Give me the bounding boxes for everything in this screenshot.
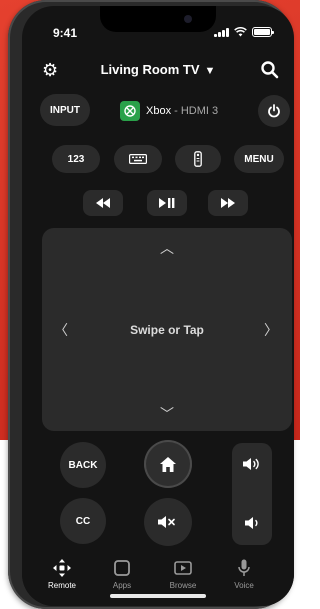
play-pause-icon bbox=[159, 198, 175, 208]
menu-label: MENU bbox=[244, 153, 274, 165]
mic-icon bbox=[238, 559, 250, 576]
play-icon bbox=[174, 561, 192, 575]
cc-label: CC bbox=[75, 515, 91, 527]
tab-bar: Remote Apps Browse Voice bbox=[22, 554, 294, 606]
numbers-button[interactable]: 123 bbox=[52, 145, 100, 173]
status-time: 9:41 bbox=[53, 26, 78, 40]
remote-finder-button[interactable] bbox=[175, 145, 221, 173]
fast-forward-icon bbox=[221, 198, 235, 208]
play-pause-button[interactable] bbox=[147, 190, 187, 216]
tab-browse-label: Browse bbox=[169, 581, 197, 590]
back-label: BACK bbox=[68, 459, 98, 471]
rewind-button[interactable] bbox=[83, 190, 123, 216]
menu-button[interactable]: MENU bbox=[234, 145, 284, 173]
battery-icon bbox=[252, 27, 274, 37]
tab-remote-label: Remote bbox=[47, 581, 76, 590]
mute-button[interactable] bbox=[144, 498, 192, 546]
remote-icon bbox=[194, 151, 202, 167]
chevron-down-icon[interactable]: ﹀ bbox=[160, 404, 174, 424]
notch bbox=[100, 6, 216, 32]
volume-down-icon[interactable] bbox=[245, 516, 259, 530]
tab-voice-label: Voice bbox=[234, 581, 254, 590]
source-separator: - bbox=[171, 105, 181, 117]
device-selector[interactable]: Living Room TV ▼ bbox=[22, 62, 294, 77]
camera bbox=[184, 15, 192, 23]
dpad-icon bbox=[53, 559, 71, 577]
volume-control bbox=[232, 443, 272, 545]
fast-forward-button[interactable] bbox=[208, 190, 248, 216]
phone-screen: 9:41 ⚙ Living Room TV ▼ INPUT Xbox - HDM… bbox=[22, 6, 294, 606]
trackpad-label: Swipe or Tap bbox=[130, 323, 204, 337]
header: ⚙ Living Room TV ▼ bbox=[22, 58, 294, 82]
apps-icon bbox=[114, 560, 130, 576]
tab-remote[interactable]: Remote bbox=[34, 558, 90, 590]
cellular-signal-icon bbox=[214, 27, 229, 37]
source-input: HDMI 3 bbox=[180, 105, 219, 117]
numbers-label: 123 bbox=[67, 153, 85, 165]
home-button[interactable] bbox=[144, 440, 192, 488]
rewind-icon bbox=[96, 198, 110, 208]
chevron-up-icon[interactable]: ︿ bbox=[160, 238, 174, 258]
closed-captions-button[interactable]: CC bbox=[60, 498, 106, 544]
keyboard-icon bbox=[129, 154, 147, 164]
current-source: Xbox - HDMI 3 bbox=[146, 105, 218, 117]
tab-browse[interactable]: Browse bbox=[155, 558, 211, 590]
status-icons bbox=[214, 27, 274, 37]
input-button[interactable]: INPUT bbox=[40, 94, 90, 126]
xbox-icon bbox=[120, 101, 140, 121]
input-label: INPUT bbox=[50, 104, 80, 116]
power-icon bbox=[268, 104, 280, 118]
volume-up-icon[interactable] bbox=[243, 457, 261, 471]
trackpad[interactable]: ︿ 〈 〉 ﹀ Swipe or Tap bbox=[42, 228, 292, 431]
device-name: Living Room TV bbox=[100, 62, 200, 77]
back-button[interactable]: BACK bbox=[60, 442, 106, 488]
search-icon[interactable] bbox=[260, 60, 280, 80]
wifi-icon bbox=[234, 27, 247, 37]
tab-apps[interactable]: Apps bbox=[94, 558, 150, 590]
keyboard-button[interactable] bbox=[114, 145, 162, 173]
tab-apps-label: Apps bbox=[112, 581, 132, 590]
chevron-down-icon: ▼ bbox=[204, 65, 216, 77]
home-icon bbox=[160, 456, 176, 472]
power-button[interactable] bbox=[258, 95, 290, 127]
home-indicator bbox=[110, 594, 206, 598]
tab-voice[interactable]: Voice bbox=[216, 558, 272, 590]
mute-icon bbox=[158, 516, 175, 528]
phone-frame: 9:41 ⚙ Living Room TV ▼ INPUT Xbox - HDM… bbox=[8, 0, 294, 609]
source-name: Xbox bbox=[146, 105, 172, 117]
